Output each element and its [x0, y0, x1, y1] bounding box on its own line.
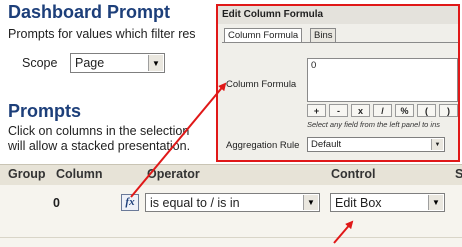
arrow-to-control [333, 220, 354, 244]
callout-arrows [130, 82, 354, 244]
arrow-fx-to-dialog [130, 82, 227, 198]
